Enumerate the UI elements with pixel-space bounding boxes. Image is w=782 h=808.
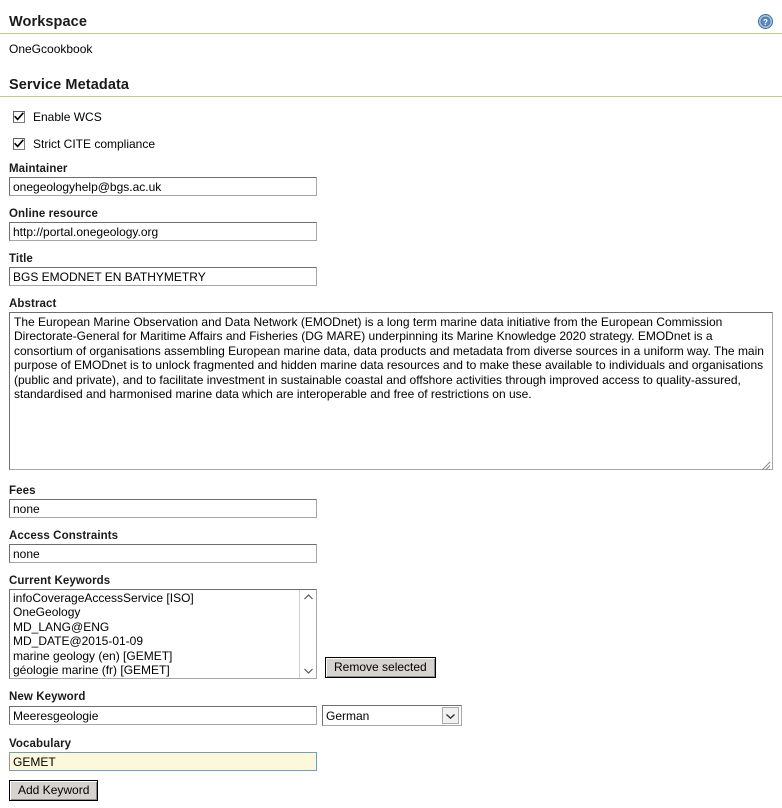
svg-text:?: ? [763, 18, 768, 27]
list-item[interactable]: géologie marine (fr) [GEMET] [12, 663, 299, 677]
title-input[interactable] [9, 267, 317, 286]
keyword-language-value: German [326, 708, 370, 723]
scrollbar-track[interactable] [300, 605, 316, 663]
abstract-wrapper [9, 312, 773, 473]
remove-selected-button[interactable]: Remove selected [325, 657, 436, 678]
strict-cite-compliance-row[interactable]: Strict CITE compliance [0, 136, 782, 151]
strict-cite-compliance-checkbox[interactable] [13, 137, 25, 150]
abstract-textarea[interactable] [9, 312, 773, 470]
service-metadata-page: Workspace ? OneGcookbook Service Metadat… [0, 14, 782, 808]
service-metadata-heading: Service Metadata [0, 77, 782, 97]
list-item[interactable]: infoCoverageAccessService [ISO] [12, 591, 299, 605]
online-resource-label: Online resource [9, 208, 99, 220]
current-keywords-row: infoCoverageAccessService [ISO] OneGeolo… [9, 589, 782, 679]
list-item[interactable]: MD_DATE@2015-01-09 [12, 634, 299, 648]
new-keyword-input[interactable] [9, 706, 317, 725]
vocabulary-label: Vocabulary [9, 738, 72, 750]
current-keywords-items: infoCoverageAccessService [ISO] OneGeolo… [10, 590, 299, 678]
chevron-up-icon[interactable] [301, 590, 316, 605]
list-item[interactable]: marine geology (en) [GEMET] [12, 649, 299, 663]
vocabulary-input[interactable] [9, 752, 317, 771]
online-resource-input[interactable] [9, 222, 317, 241]
new-keyword-label: New Keyword [9, 691, 86, 703]
add-keyword-button[interactable]: Add Keyword [9, 780, 99, 801]
enable-wcs-checkbox[interactable] [13, 110, 25, 123]
strict-cite-compliance-label: Strict CITE compliance [33, 136, 156, 151]
current-keywords-listbox[interactable]: infoCoverageAccessService [ISO] OneGeolo… [9, 589, 317, 679]
current-keywords-label: Current Keywords [9, 575, 111, 587]
new-keyword-row: German [9, 705, 782, 726]
maintainer-label: Maintainer [9, 163, 68, 175]
keyword-language-select[interactable]: German [322, 705, 462, 726]
keywords-scrollbar[interactable] [299, 590, 316, 678]
page-title: Workspace [9, 14, 88, 30]
workspace-header: Workspace ? [0, 14, 782, 34]
list-item[interactable]: OneGeology [12, 605, 299, 619]
fees-input[interactable] [9, 499, 317, 518]
chevron-down-icon[interactable] [301, 663, 316, 678]
enable-wcs-label: Enable WCS [33, 109, 102, 124]
help-circle-icon[interactable]: ? [758, 14, 773, 29]
fees-label: Fees [9, 485, 36, 497]
access-constraints-input[interactable] [9, 544, 317, 563]
title-label: Title [9, 253, 33, 265]
chevron-down-icon[interactable] [442, 707, 459, 724]
enable-wcs-row[interactable]: Enable WCS [0, 109, 782, 124]
maintainer-input[interactable] [9, 177, 317, 196]
list-item[interactable]: MD_LANG@ENG [12, 620, 299, 634]
abstract-label: Abstract [9, 298, 57, 310]
access-constraints-label: Access Constraints [9, 530, 119, 542]
workspace-name: OneGcookbook [9, 42, 93, 56]
